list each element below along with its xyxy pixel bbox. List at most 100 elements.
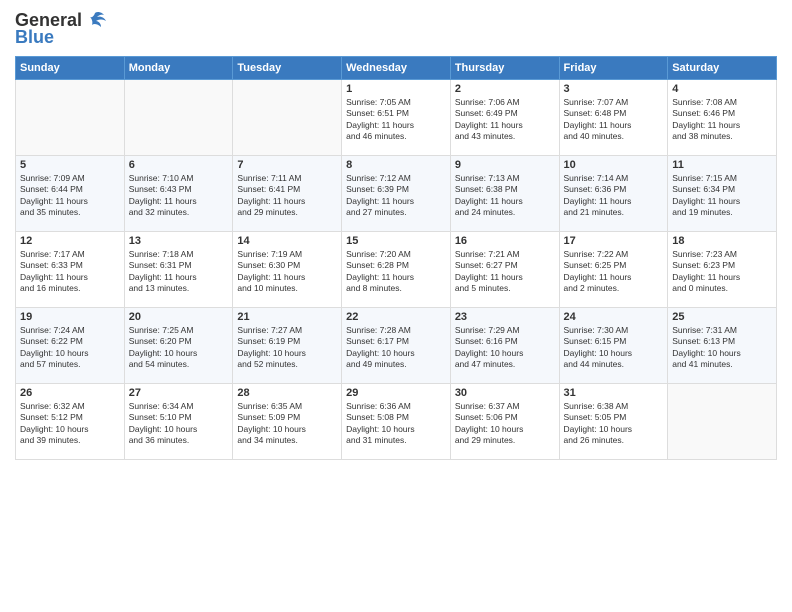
calendar-cell: 19 Sunrise: 7:24 AM Sunset: 6:22 PM Dayli…	[16, 308, 125, 384]
calendar-cell: 30 Sunrise: 6:37 AM Sunset: 5:06 PM Dayli…	[450, 384, 559, 460]
day-number: 11	[672, 159, 772, 171]
day-info: Sunrise: 7:07 AM Sunset: 6:48 PM Dayligh…	[564, 97, 664, 143]
day-number: 1	[346, 83, 446, 95]
calendar-cell: 24 Sunrise: 7:30 AM Sunset: 6:15 PM Dayli…	[559, 308, 668, 384]
weekday-header-wednesday: Wednesday	[342, 57, 451, 80]
day-info: Sunrise: 7:05 AM Sunset: 6:51 PM Dayligh…	[346, 97, 446, 143]
day-info: Sunrise: 7:11 AM Sunset: 6:41 PM Dayligh…	[237, 173, 337, 219]
calendar-week-row: 12Sunrise: 7:17 AM Sunset: 6:33 PM Dayli…	[16, 232, 777, 308]
day-info: Sunrise: 7:24 AM Sunset: 6:22 PM Dayligh…	[20, 325, 120, 371]
calendar-cell: 23 Sunrise: 7:29 AM Sunset: 6:16 PM Dayli…	[450, 308, 559, 384]
weekday-header-saturday: Saturday	[668, 57, 777, 80]
calendar-week-row: 26 Sunrise: 6:32 AM Sunset: 5:12 PM Dayli…	[16, 384, 777, 460]
day-number: 24	[564, 311, 664, 323]
calendar-week-row: 1 Sunrise: 7:05 AM Sunset: 6:51 PM Daylig…	[16, 80, 777, 156]
day-number: 19	[20, 311, 120, 323]
day-info: Sunrise: 7:29 AM Sunset: 6:16 PM Dayligh…	[455, 325, 555, 371]
calendar-cell: 10 Sunrise: 7:14 AM Sunset: 6:36 PM Dayli…	[559, 156, 668, 232]
header: General Blue	[15, 10, 777, 48]
calendar-cell: 21Sunrise: 7:27 AM Sunset: 6:19 PM Dayli…	[233, 308, 342, 384]
day-info: Sunrise: 6:38 AM Sunset: 5:05 PM Dayligh…	[564, 401, 664, 447]
weekday-header-friday: Friday	[559, 57, 668, 80]
calendar-cell: 20Sunrise: 7:25 AM Sunset: 6:20 PM Dayli…	[124, 308, 233, 384]
day-info: Sunrise: 6:34 AM Sunset: 5:10 PM Dayligh…	[129, 401, 229, 447]
logo: General Blue	[15, 10, 106, 48]
day-info: Sunrise: 7:14 AM Sunset: 6:36 PM Dayligh…	[564, 173, 664, 219]
day-info: Sunrise: 6:36 AM Sunset: 5:08 PM Dayligh…	[346, 401, 446, 447]
calendar-cell: 2Sunrise: 7:06 AM Sunset: 6:49 PM Daylig…	[450, 80, 559, 156]
day-info: Sunrise: 7:31 AM Sunset: 6:13 PM Dayligh…	[672, 325, 772, 371]
day-info: Sunrise: 6:37 AM Sunset: 5:06 PM Dayligh…	[455, 401, 555, 447]
day-number: 31	[564, 387, 664, 399]
calendar-cell: 28 Sunrise: 6:35 AM Sunset: 5:09 PM Dayli…	[233, 384, 342, 460]
calendar-cell: 8Sunrise: 7:12 AM Sunset: 6:39 PM Daylig…	[342, 156, 451, 232]
calendar-cell: 31 Sunrise: 6:38 AM Sunset: 5:05 PM Dayli…	[559, 384, 668, 460]
calendar-cell: 3 Sunrise: 7:07 AM Sunset: 6:48 PM Daylig…	[559, 80, 668, 156]
calendar-cell: 7 Sunrise: 7:11 AM Sunset: 6:41 PM Daylig…	[233, 156, 342, 232]
day-number: 7	[237, 159, 337, 171]
day-number: 26	[20, 387, 120, 399]
day-number: 17	[564, 235, 664, 247]
day-number: 28	[237, 387, 337, 399]
weekday-header-sunday: Sunday	[16, 57, 125, 80]
calendar-cell: 16 Sunrise: 7:21 AM Sunset: 6:27 PM Dayli…	[450, 232, 559, 308]
day-number: 4	[672, 83, 772, 95]
day-info: Sunrise: 7:21 AM Sunset: 6:27 PM Dayligh…	[455, 249, 555, 295]
calendar-cell: 25Sunrise: 7:31 AM Sunset: 6:13 PM Dayli…	[668, 308, 777, 384]
calendar-cell: 9 Sunrise: 7:13 AM Sunset: 6:38 PM Daylig…	[450, 156, 559, 232]
day-info: Sunrise: 7:12 AM Sunset: 6:39 PM Dayligh…	[346, 173, 446, 219]
day-number: 27	[129, 387, 229, 399]
calendar-cell: 4Sunrise: 7:08 AM Sunset: 6:46 PM Daylig…	[668, 80, 777, 156]
logo-bird-icon	[84, 11, 106, 31]
calendar-cell: 1 Sunrise: 7:05 AM Sunset: 6:51 PM Daylig…	[342, 80, 451, 156]
day-info: Sunrise: 6:35 AM Sunset: 5:09 PM Dayligh…	[237, 401, 337, 447]
calendar-cell: 22 Sunrise: 7:28 AM Sunset: 6:17 PM Dayli…	[342, 308, 451, 384]
calendar-cell: 14Sunrise: 7:19 AM Sunset: 6:30 PM Dayli…	[233, 232, 342, 308]
day-number: 30	[455, 387, 555, 399]
calendar-table: SundayMondayTuesdayWednesdayThursdayFrid…	[15, 56, 777, 460]
day-number: 18	[672, 235, 772, 247]
day-info: Sunrise: 6:32 AM Sunset: 5:12 PM Dayligh…	[20, 401, 120, 447]
weekday-header-thursday: Thursday	[450, 57, 559, 80]
day-number: 22	[346, 311, 446, 323]
calendar-cell: 29 Sunrise: 6:36 AM Sunset: 5:08 PM Dayli…	[342, 384, 451, 460]
day-number: 23	[455, 311, 555, 323]
day-number: 20	[129, 311, 229, 323]
day-number: 12	[20, 235, 120, 247]
day-info: Sunrise: 7:20 AM Sunset: 6:28 PM Dayligh…	[346, 249, 446, 295]
day-info: Sunrise: 7:23 AM Sunset: 6:23 PM Dayligh…	[672, 249, 772, 295]
day-info: Sunrise: 7:28 AM Sunset: 6:17 PM Dayligh…	[346, 325, 446, 371]
day-info: Sunrise: 7:30 AM Sunset: 6:15 PM Dayligh…	[564, 325, 664, 371]
calendar-cell	[16, 80, 125, 156]
day-number: 5	[20, 159, 120, 171]
calendar-cell: 26 Sunrise: 6:32 AM Sunset: 5:12 PM Dayli…	[16, 384, 125, 460]
calendar-cell: 13 Sunrise: 7:18 AM Sunset: 6:31 PM Dayli…	[124, 232, 233, 308]
calendar-cell	[124, 80, 233, 156]
day-number: 9	[455, 159, 555, 171]
calendar-week-row: 19 Sunrise: 7:24 AM Sunset: 6:22 PM Dayli…	[16, 308, 777, 384]
day-number: 3	[564, 83, 664, 95]
calendar-cell	[668, 384, 777, 460]
calendar-cell: 12Sunrise: 7:17 AM Sunset: 6:33 PM Dayli…	[16, 232, 125, 308]
calendar-week-row: 5 Sunrise: 7:09 AM Sunset: 6:44 PM Daylig…	[16, 156, 777, 232]
day-number: 10	[564, 159, 664, 171]
calendar-cell: 6 Sunrise: 7:10 AM Sunset: 6:43 PM Daylig…	[124, 156, 233, 232]
day-info: Sunrise: 7:06 AM Sunset: 6:49 PM Dayligh…	[455, 97, 555, 143]
page-container: General Blue SundayMondayTuesdayWednesda…	[0, 0, 792, 470]
day-info: Sunrise: 7:13 AM Sunset: 6:38 PM Dayligh…	[455, 173, 555, 219]
day-number: 29	[346, 387, 446, 399]
day-info: Sunrise: 7:10 AM Sunset: 6:43 PM Dayligh…	[129, 173, 229, 219]
day-info: Sunrise: 7:09 AM Sunset: 6:44 PM Dayligh…	[20, 173, 120, 219]
weekday-header-row: SundayMondayTuesdayWednesdayThursdayFrid…	[16, 57, 777, 80]
day-number: 6	[129, 159, 229, 171]
day-number: 16	[455, 235, 555, 247]
calendar-cell: 18 Sunrise: 7:23 AM Sunset: 6:23 PM Dayli…	[668, 232, 777, 308]
calendar-cell: 17Sunrise: 7:22 AM Sunset: 6:25 PM Dayli…	[559, 232, 668, 308]
day-info: Sunrise: 7:18 AM Sunset: 6:31 PM Dayligh…	[129, 249, 229, 295]
day-info: Sunrise: 7:27 AM Sunset: 6:19 PM Dayligh…	[237, 325, 337, 371]
day-number: 13	[129, 235, 229, 247]
calendar-cell: 15Sunrise: 7:20 AM Sunset: 6:28 PM Dayli…	[342, 232, 451, 308]
day-number: 14	[237, 235, 337, 247]
calendar-cell: 11 Sunrise: 7:15 AM Sunset: 6:34 PM Dayli…	[668, 156, 777, 232]
day-info: Sunrise: 7:15 AM Sunset: 6:34 PM Dayligh…	[672, 173, 772, 219]
